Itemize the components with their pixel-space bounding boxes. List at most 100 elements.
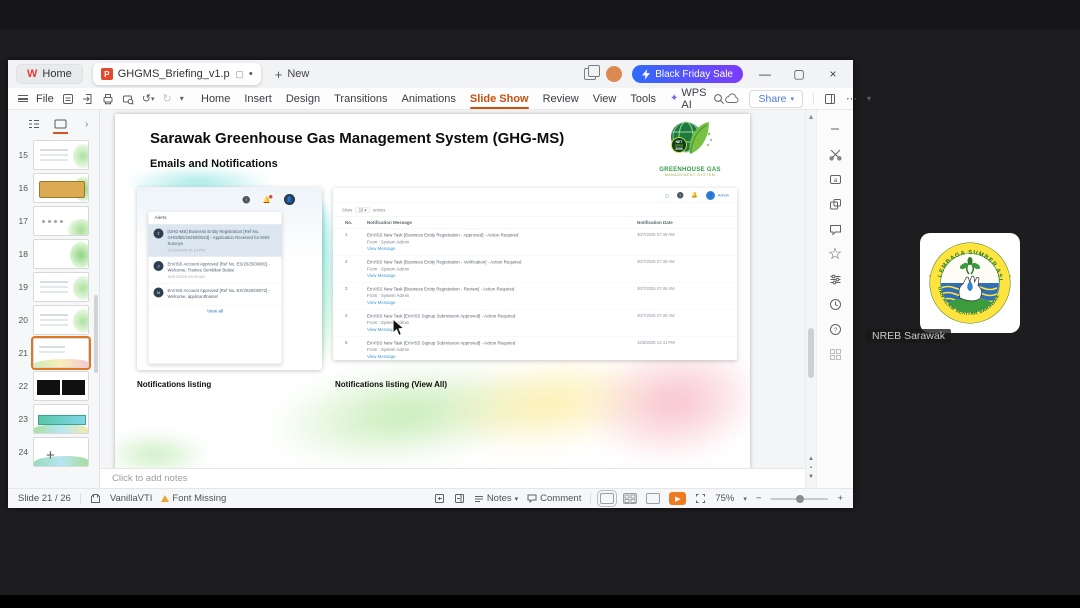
zoom-in-button[interactable]: + [837,493,843,504]
find-replace-icon[interactable]: a [828,172,842,186]
collapse-panel-icon[interactable]: › [85,119,88,130]
slide-thumbnail[interactable] [33,239,89,269]
menu-tools[interactable]: Tools [623,93,663,105]
maximize-button[interactable]: ▢ [787,67,811,81]
normal-view-button[interactable] [597,490,618,507]
slide-view-icon[interactable] [53,119,68,134]
undo-button[interactable]: ↺ ▾ [142,92,155,105]
theme-name[interactable]: VanillaVTI [110,493,153,504]
outline-view-icon[interactable] [28,119,40,129]
slide-thumbnail[interactable] [33,305,89,335]
side-pane-icon[interactable] [454,493,465,504]
slide-thumbnail[interactable] [33,206,89,236]
history-clock-icon[interactable] [828,297,842,311]
slide-thumbnail-row[interactable]: 21 [8,336,99,370]
export-icon[interactable] [82,93,94,105]
fit-slide-icon[interactable] [695,493,706,504]
comment-icon[interactable] [828,222,842,236]
account-avatar[interactable] [606,66,623,82]
task-window-icon[interactable] [434,493,445,504]
notes-toggle[interactable]: Notes ▾ [474,493,518,504]
slide-title[interactable]: Sarawak Greenhouse Gas Management System… [150,130,564,147]
slide-thumbnail[interactable] [33,371,89,401]
search-icon[interactable] [713,93,725,105]
slide-thumbnail-row[interactable]: 22 [8,371,99,401]
panel-scrollbar[interactable] [94,295,98,373]
zoom-caret-icon[interactable]: ▾ [743,495,747,503]
collapse-ribbon-icon[interactable]: ▾ [867,94,871,103]
slideshow-play-button[interactable]: ▶ [669,492,687,505]
menu-design[interactable]: Design [279,93,327,105]
menu-slide-show[interactable]: Slide Show [463,93,536,109]
next-slide-button[interactable]: ▼ [806,473,816,482]
save-icon[interactable] [62,93,74,105]
tab-list-icon[interactable] [584,65,601,80]
font-missing-warning[interactable]: Font Missing [161,493,226,504]
more-options-icon[interactable]: ⋯ [846,92,857,105]
new-tab-button[interactable]: + New [275,67,310,82]
menu-animations[interactable]: Animations [395,93,463,105]
wps-home-tab[interactable]: W Home [16,64,83,84]
hamburger-menu-icon[interactable] [18,95,28,102]
close-button[interactable]: × [821,67,845,81]
previous-slide-button[interactable]: ▲ [806,455,816,464]
slide-canvas[interactable]: Sarawak Greenhouse Gas Management System… [115,114,750,470]
menu-bar: File ↺ ▾ ↻ ▾ Home Insert Design Transitions A… [8,87,871,111]
settings-sliders-icon[interactable] [828,272,842,286]
tab-preview-icon[interactable]: ▢ [235,69,244,80]
document-tab[interactable]: P GHGMS_Briefing_v1.pptx ▢ • [92,63,261,85]
slide-thumbnail-row[interactable]: 17 [8,206,99,236]
slide-subtitle[interactable]: Emails and Notifications [150,158,278,170]
share-button[interactable]: Share ▾ [749,89,804,108]
star-favorites-icon[interactable]: ☆ [828,246,842,263]
slide-thumbnail[interactable] [31,336,91,370]
add-slide-button[interactable]: + [46,447,55,464]
menu-review[interactable]: Review [536,93,586,105]
zoom-value[interactable]: 75% [715,493,734,504]
alerts-screenshot: i 🔔 👤 Alerts T [GHG-MS] Business Entity … [137,187,322,370]
slide-thumbnail[interactable] [33,140,89,170]
comment-button[interactable]: Comment [527,493,581,504]
slide-thumbnail[interactable] [33,437,89,467]
slide-thumbnail-row[interactable]: 15 [8,140,99,170]
wps-ai-menu[interactable]: ✦ WPS AI [663,87,713,111]
minimize-button[interactable]: — [753,67,777,81]
redo-button[interactable]: ↻ [162,92,171,105]
menu-view[interactable]: View [586,93,624,105]
menu-transitions[interactable]: Transitions [327,93,394,105]
slide-thumbnail-row[interactable]: 20 [8,305,99,335]
print-icon[interactable] [102,93,114,105]
slide-thumbnail-row[interactable]: 23 [8,404,99,434]
home-tab-label: Home [42,68,72,80]
slide-thumbnail-row[interactable]: 19 [8,272,99,302]
zoom-slider-knob[interactable] [796,494,805,503]
menu-insert[interactable]: Insert [237,93,279,105]
participant-video-tile[interactable]: LEMBAGA SUMBER ASLI DAN ALAM SEKITAR SAR… [920,233,1020,333]
style-cut-icon[interactable] [828,147,842,161]
slide-thumbnail[interactable] [33,404,89,434]
wps-logo-icon: W [27,68,38,80]
apps-grid-icon[interactable] [828,347,842,361]
slide-thumbnail-row[interactable]: 18 [8,239,99,269]
reading-view-button[interactable] [646,493,661,504]
menu-home[interactable]: Home [194,93,237,105]
slide-thumbnail[interactable] [33,173,89,203]
help-icon[interactable]: ? [828,322,842,336]
collapse-pane-icon[interactable] [828,122,842,136]
panel-layout-icon[interactable] [824,93,836,105]
zoom-slider[interactable] [770,494,829,503]
quick-access-more-icon[interactable]: ▾ [180,94,184,103]
file-menu[interactable]: File [36,93,54,105]
black-friday-sale-button[interactable]: Black Friday Sale [632,65,743,83]
shapes-icon[interactable] [828,197,842,211]
scrollbar-thumb[interactable] [808,328,814,378]
document-scrollbar[interactable]: ▲ ▲ ▪ ▼ [805,110,816,488]
slide-sorter-view-button[interactable] [623,493,638,504]
zoom-out-button[interactable]: − [756,493,762,504]
print-preview-icon[interactable] [122,93,134,105]
notes-input[interactable]: Click to add notes [100,468,805,488]
slide-thumbnail[interactable] [33,272,89,302]
scroll-up-icon[interactable]: ▲ [806,114,816,121]
cloud-sync-icon[interactable] [725,93,739,104]
slide-thumbnail-row[interactable]: 16 [8,173,99,203]
